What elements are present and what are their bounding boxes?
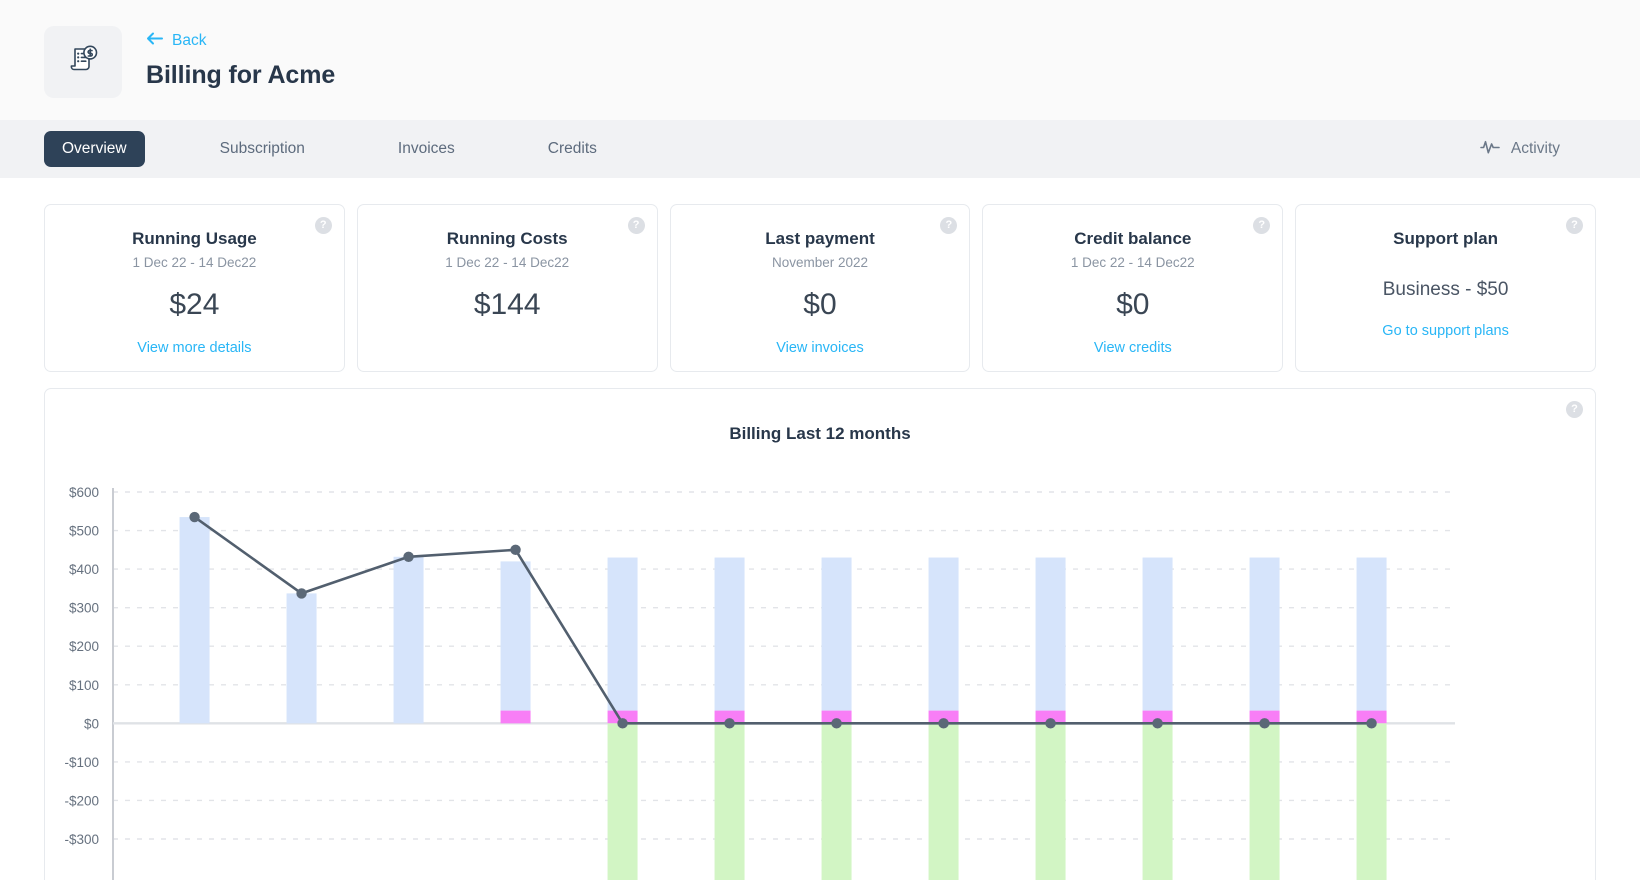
bar-usage[interactable] [180,517,210,723]
bar-credits[interactable] [501,711,531,724]
stat-card-title: Last payment [671,229,970,249]
help-icon[interactable]: ? [1566,401,1583,418]
view-more-details-link[interactable]: View more details [137,340,251,356]
bar-usage[interactable] [1036,558,1066,711]
line-data-point[interactable] [617,718,627,728]
page-header: Back Billing for Acme [0,0,1640,120]
y-axis-tick-label: -$100 [64,755,99,770]
stat-card-title: Running Usage [45,229,344,249]
bar-balance[interactable] [1036,723,1066,880]
help-icon[interactable]: ? [315,217,332,234]
bar-usage[interactable] [501,561,531,710]
y-axis-tick-label: $500 [69,524,99,539]
view-invoices-link[interactable]: View invoices [776,340,864,356]
y-axis-tick-label: -$200 [64,793,99,808]
stat-card-running-costs: ? Running Costs 1 Dec 22 - 14 Dec22 $144 [357,204,658,372]
y-axis-tick-label: $600 [69,485,99,500]
stat-card-value: $24 [45,288,344,322]
line-data-point[interactable] [510,545,520,555]
help-icon[interactable]: ? [1566,217,1583,234]
line-data-point[interactable] [296,588,306,598]
bar-usage[interactable] [715,558,745,711]
activity-button[interactable]: Activity [1480,139,1596,160]
bar-usage[interactable] [394,557,424,724]
stat-card-credit-balance: ? Credit balance 1 Dec 22 - 14 Dec22 $0 … [982,204,1283,372]
bar-usage[interactable] [822,558,852,711]
pulse-icon [1480,139,1500,160]
chart-plot-area: $600 $500 $400 $300 $200 $100 $0 -$100 -$200 -$30… [45,464,1595,880]
stat-card-value: $144 [358,288,657,322]
stat-card-value: $0 [671,288,970,322]
tab-subscription[interactable]: Subscription [202,131,323,167]
bar-usage[interactable] [1357,558,1387,711]
stat-card-value: $0 [983,288,1282,322]
y-axis-tick-label: $0 [84,716,99,731]
bar-usage[interactable] [1250,558,1280,711]
tab-list: Overview Subscription Invoices Credits [44,131,615,167]
tab-overview[interactable]: Overview [44,131,145,167]
line-data-point[interactable] [403,552,413,562]
y-axis-tick-label: $100 [69,678,99,693]
tab-credits[interactable]: Credits [530,131,615,167]
billing-chart-card: ? Billing Last 12 months $600 $500 $400 $30… [44,388,1596,880]
stat-card-subtitle: 1 Dec 22 - 14 Dec22 [45,255,344,270]
bar-balance[interactable] [715,723,745,880]
stat-card-subtitle: November 2022 [671,255,970,270]
view-credits-link[interactable]: View credits [1094,340,1172,356]
stat-card-subtitle: 1 Dec 22 - 14 Dec22 [358,255,657,270]
bar-usage[interactable] [929,558,959,711]
bar-balance[interactable] [1357,723,1387,880]
stat-card-support-plan: ? Support plan Business - $50 Go to supp… [1295,204,1596,372]
line-data-point[interactable] [724,718,734,728]
stat-card-row: ? Running Usage 1 Dec 22 - 14 Dec22 $24 … [44,204,1596,372]
line-data-point[interactable] [1152,718,1162,728]
net-billing-line [195,517,1372,723]
app-icon-tile [44,26,122,98]
line-data-point[interactable] [1259,718,1269,728]
bar-balance[interactable] [929,723,959,880]
stat-card-subtitle: 1 Dec 22 - 14 Dec22 [983,255,1282,270]
bar-usage[interactable] [287,593,317,723]
billing-chart-svg: $600 $500 $400 $300 $200 $100 $0 -$100 -$200 -$30… [45,464,1545,880]
go-to-support-plans-link[interactable]: Go to support plans [1382,323,1509,339]
stat-card-last-payment: ? Last payment November 2022 $0 View inv… [670,204,971,372]
chart-title: Billing Last 12 months [45,389,1595,444]
stat-card-running-usage: ? Running Usage 1 Dec 22 - 14 Dec22 $24 … [44,204,345,372]
line-data-point[interactable] [1045,718,1055,728]
tab-bar: Overview Subscription Invoices Credits A… [0,120,1640,178]
stat-card-value: Business - $50 [1296,279,1595,301]
line-data-point[interactable] [938,718,948,728]
y-axis-tick-label: $400 [69,562,99,577]
content-area: ? Running Usage 1 Dec 22 - 14 Dec22 $24 … [0,178,1640,880]
line-data-point[interactable] [831,718,841,728]
invoice-dollar-icon [63,40,103,85]
tab-invoices[interactable]: Invoices [380,131,473,167]
y-axis-tick-label: $300 [69,601,99,616]
bar-balance[interactable] [1143,723,1173,880]
activity-label: Activity [1511,140,1560,158]
stat-card-title: Running Costs [358,229,657,249]
back-button[interactable]: Back [146,32,206,50]
line-data-point[interactable] [1366,718,1376,728]
bar-balance[interactable] [822,723,852,880]
stat-card-title: Support plan [1296,229,1595,249]
back-label: Back [172,32,206,50]
page-title: Billing for Acme [146,61,335,90]
y-axis-tick-label: $200 [69,639,99,654]
line-data-point[interactable] [189,512,199,522]
header-texts: Back Billing for Acme [146,26,335,90]
y-axis-tick-label: -$300 [64,832,99,847]
stat-card-title: Credit balance [983,229,1282,249]
bar-usage[interactable] [1143,558,1173,711]
bar-balance[interactable] [608,723,638,880]
bar-usage[interactable] [608,558,638,711]
bar-balance[interactable] [1250,723,1280,880]
arrow-left-icon [146,32,163,50]
help-icon[interactable]: ? [628,217,645,234]
